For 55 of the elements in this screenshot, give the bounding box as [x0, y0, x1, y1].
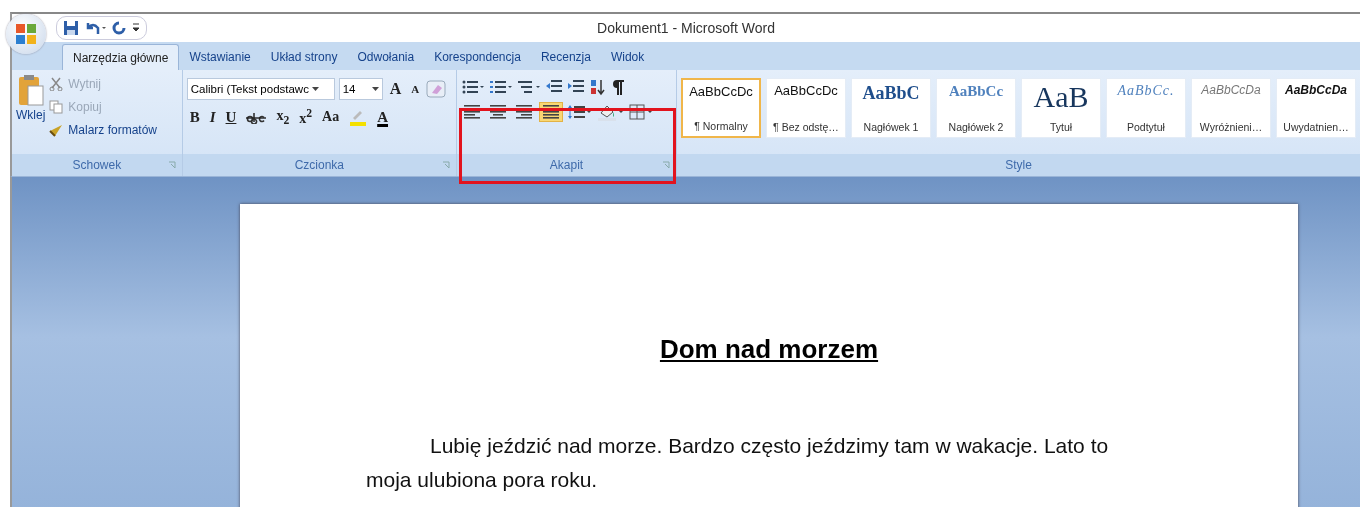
group-label: Schowek: [72, 158, 122, 172]
logo-icon: [13, 21, 39, 47]
save-icon[interactable]: [63, 20, 79, 36]
style-preset[interactable]: AaBbCcDa Uwydatnien…: [1276, 78, 1356, 138]
ribbon-tab[interactable]: Korespondencja: [424, 44, 531, 70]
office-button[interactable]: [6, 14, 46, 54]
dropdown-arrow-icon: [371, 86, 379, 92]
group-label: Style: [1005, 158, 1032, 172]
document-paragraph: Lubię jeździć nad morze. Bardzo często jeździmy tam w wakacje. Lato to moja ulubiona pora roku.: [366, 433, 1110, 493]
format-button[interactable]: U: [222, 106, 240, 128]
numbering-icon[interactable]: [488, 78, 513, 96]
group-label: Czcionka: [294, 158, 344, 172]
group-label: Akapit: [549, 158, 584, 172]
clipboard-command[interactable]: Malarz formatów: [49, 120, 158, 140]
ribbon-tab[interactable]: Układ strony: [260, 44, 348, 70]
scissors-icon: [49, 77, 64, 91]
format-button[interactable]: x$^{2}$: [296, 106, 316, 128]
format-button[interactable]: Aa: [319, 106, 343, 128]
style-preset[interactable]: AaBbC Nagłówek 1: [851, 78, 931, 138]
bullets-icon[interactable]: [460, 78, 485, 96]
ribbon-tab[interactable]: Wstawianie: [179, 44, 261, 70]
sort-icon[interactable]: [588, 78, 607, 96]
style-preset[interactable]: AaBbCc Nagłówek 2: [936, 78, 1016, 138]
borders-icon[interactable]: [628, 103, 655, 121]
ribbon-tab[interactable]: Recenzja: [530, 44, 601, 70]
paste-button[interactable]: Wklej: [16, 74, 46, 154]
window-title: Dokument1 - Microsoft Word: [597, 20, 775, 36]
style-preset[interactable]: AaBbCcDa Wyróżnieni…: [1191, 78, 1271, 138]
format-button[interactable]: A: [374, 106, 391, 128]
font-size-field[interactable]: 14: [338, 78, 383, 100]
document-title: Dom nad morzem: [658, 334, 880, 365]
ribbon-tab[interactable]: Widok: [600, 44, 655, 70]
format-button[interactable]: I: [206, 106, 219, 128]
ribbon-tab[interactable]: Narzędzia główne: [62, 44, 180, 70]
clipboard-icon: [17, 74, 44, 108]
line-spacing-icon[interactable]: [566, 103, 593, 121]
undo-icon[interactable]: [84, 20, 106, 36]
font-name-field[interactable]: Calibri (Tekst podstawc: [186, 78, 335, 100]
style-preset[interactable]: AaBbCc. Podtytuł: [1106, 78, 1186, 138]
shading-icon[interactable]: [596, 103, 625, 121]
dropdown-arrow-icon: [311, 86, 319, 92]
multilevel-list-icon[interactable]: [516, 78, 541, 96]
format-button[interactable]: B: [186, 106, 203, 128]
format-button[interactable]: x$_{2}$: [273, 106, 293, 128]
style-preset[interactable]: AaB Tytuł: [1021, 78, 1101, 138]
style-preset[interactable]: AaBbCcDc ¶ Bez odstę…: [766, 78, 846, 138]
redo-icon[interactable]: [111, 20, 127, 36]
shrink-font-button[interactable]: A: [408, 78, 423, 100]
style-preset[interactable]: AaBbCcDc ¶ Normalny: [681, 78, 761, 138]
copy-icon: [49, 100, 64, 114]
pilcrow-icon[interactable]: [610, 78, 625, 96]
grow-font-button[interactable]: A: [386, 78, 405, 100]
customize-icon[interactable]: [132, 22, 140, 34]
ribbon-tab[interactable]: Odwołania: [347, 44, 425, 70]
brush-icon: [49, 123, 64, 137]
